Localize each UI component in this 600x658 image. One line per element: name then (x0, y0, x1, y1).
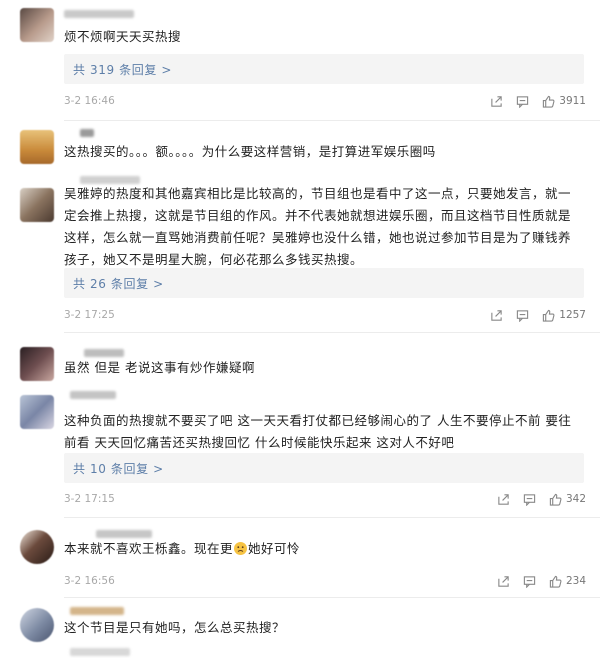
comment-time: 3-2 16:56 (64, 575, 115, 587)
comment-text-part: 本来就不喜欢王栎鑫。现在更 (64, 541, 234, 556)
comment-item: 这热搜买的。。。额。。。。为什么要这样营销，是打算进军娱乐圈吗 (0, 121, 600, 178)
thumbs-up-icon[interactable] (542, 309, 555, 322)
comment-icon[interactable] (523, 575, 536, 588)
like-count: 1257 (559, 309, 586, 321)
avatar[interactable] (20, 347, 54, 381)
comment-time: 3-2 17:15 (64, 493, 115, 505)
content-blurred (70, 648, 130, 656)
comment-item: 本来就不喜欢王栎鑫。现在更 她好可怜 3-2 16:56 234 (0, 518, 600, 596)
comment-actions: 1257 (477, 307, 586, 323)
comment-text: 烦不烦啊天天买热搜 (64, 29, 182, 44)
replies-link[interactable]: 共 319 条回复 > (64, 54, 584, 84)
avatar[interactable] (20, 395, 54, 429)
like-count: 342 (565, 493, 586, 505)
username-blurred[interactable] (84, 349, 124, 357)
comment-feed: 烦不烦啊天天买热搜 共 319 条回复 > 3-2 16:46 3911 这热搜… (0, 0, 600, 658)
replies-label: 共 26 条回复 > (73, 277, 164, 291)
avatar[interactable] (20, 188, 54, 222)
share-icon[interactable] (497, 575, 510, 588)
avatar[interactable] (20, 608, 54, 642)
comment-actions: 234 (484, 573, 586, 589)
comment-icon[interactable] (516, 309, 529, 322)
username-blurred[interactable] (96, 530, 152, 538)
like-count: 234 (565, 575, 586, 587)
comment-time: 3-2 17:25 (64, 309, 115, 321)
comment-item: 虽然 但是 老说这事有炒作嫌疑啊 (0, 333, 600, 385)
thumbs-up-icon[interactable] (549, 575, 562, 588)
thumbs-up-icon[interactable] (549, 493, 562, 506)
comment-item: 这种负面的热搜就不要买了吧 这一天天看打仗都已经够闹心的了 人生不要停止不前 要… (0, 385, 600, 517)
comment-time: 3-2 16:46 (64, 95, 115, 107)
comment-text: 吴雅婷的热度和其他嘉宾相比是比较高的，节目组也是看中了这一点，只要她发言，就一定… (64, 186, 572, 267)
replies-link[interactable]: 共 10 条回复 > (64, 453, 584, 483)
comment-text: 这热搜买的。。。额。。。。为什么要这样营销，是打算进军娱乐圈吗 (64, 144, 436, 159)
share-icon[interactable] (490, 95, 503, 108)
comment-actions: 3911 (477, 93, 586, 109)
username-blurred[interactable] (80, 129, 94, 137)
avatar[interactable] (20, 530, 54, 564)
replies-label: 共 10 条回复 > (73, 462, 164, 476)
comment-item: 这个节目是只有她吗，怎么总买热搜？ (0, 598, 600, 658)
thumbs-up-icon[interactable] (542, 95, 555, 108)
comment-text: 这个节目是只有她吗，怎么总买热搜？ (64, 620, 286, 635)
comment-text-part: 她好可怜 (248, 541, 301, 556)
share-icon[interactable] (490, 309, 503, 322)
comment-icon[interactable] (523, 493, 536, 506)
comment-icon[interactable] (516, 95, 529, 108)
replies-label: 共 319 条回复 > (73, 63, 173, 77)
comment-actions: 342 (484, 491, 586, 507)
comment-text: 本来就不喜欢王栎鑫。现在更 她好可怜 (64, 538, 582, 560)
comment-text: 这种负面的热搜就不要买了吧 这一天天看打仗都已经够闹心的了 人生不要停止不前 要… (64, 413, 572, 450)
comment-text: 虽然 但是 老说这事有炒作嫌疑啊 (64, 360, 255, 375)
share-icon[interactable] (497, 493, 510, 506)
username-blurred[interactable] (64, 10, 134, 18)
avatar[interactable] (20, 8, 54, 42)
like-count: 3911 (559, 95, 586, 107)
replies-link[interactable]: 共 26 条回复 > (64, 268, 584, 298)
sad-face-emoji-icon (234, 542, 248, 555)
avatar[interactable] (20, 130, 54, 164)
comment-item: 吴雅婷的热度和其他嘉宾相比是比较高的，节目组也是看中了这一点，只要她发言，就一定… (0, 176, 600, 330)
comment-item: 烦不烦啊天天买热搜 共 319 条回复 > 3-2 16:46 3911 (0, 0, 600, 120)
username-blurred[interactable] (70, 607, 124, 615)
username-blurred[interactable] (70, 391, 116, 399)
